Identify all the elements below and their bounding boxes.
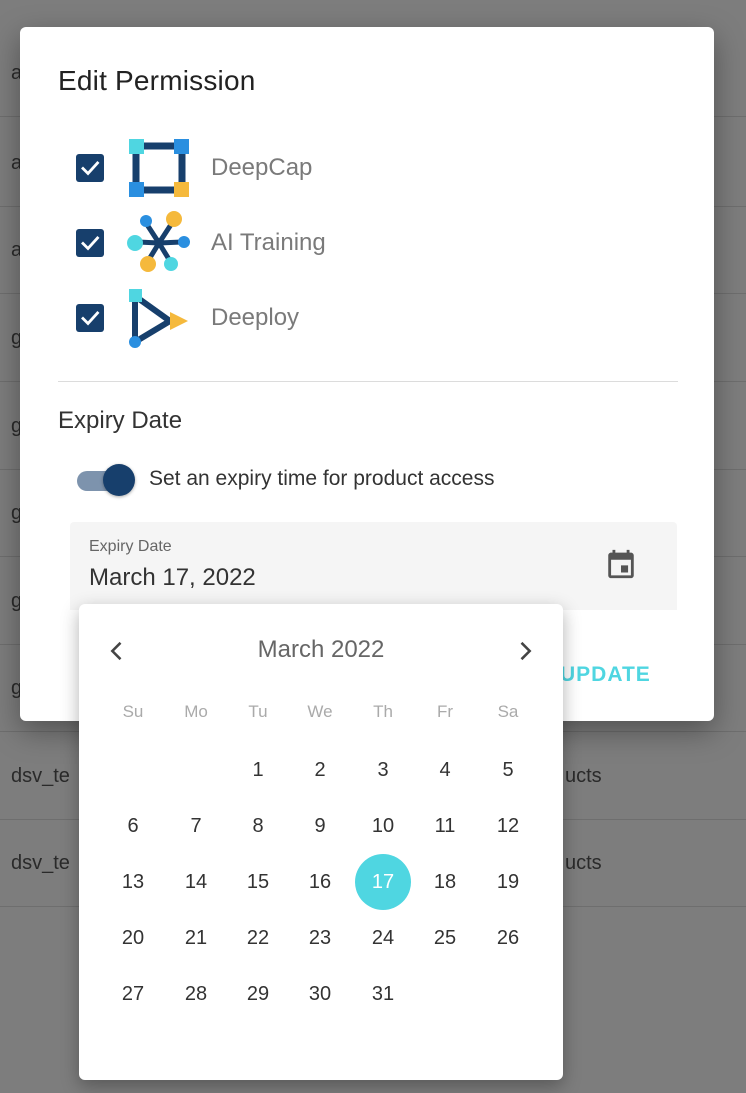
weekday-label: Th — [373, 702, 393, 721]
deepcap-logo-icon — [129, 139, 189, 197]
day-cell[interactable]: 27 — [105, 966, 161, 1022]
background-cell: dsv_te — [11, 765, 70, 787]
day-cell[interactable]: 16 — [292, 854, 348, 910]
expiry-toggle[interactable] — [77, 464, 135, 498]
toggle-thumb — [103, 464, 135, 496]
day-cell[interactable]: 5 — [480, 742, 536, 798]
picker-month-label: March 2022 — [257, 636, 385, 663]
day-cell[interactable]: 31 — [355, 966, 411, 1022]
check-icon — [81, 161, 100, 176]
day-cell[interactable]: 19 — [480, 854, 536, 910]
day-cell[interactable]: 15 — [230, 854, 286, 910]
deeploy-logo-icon — [129, 289, 188, 348]
weekday-label: Fr — [436, 702, 454, 721]
update-button[interactable]: UPDATE — [560, 663, 651, 687]
weekday-label: We — [307, 702, 333, 721]
day-cell[interactable]: 4 — [417, 742, 473, 798]
background-cell: dsv_te — [11, 852, 70, 874]
day-cell[interactable]: 25 — [417, 910, 473, 966]
day-cell[interactable]: 12 — [480, 798, 536, 854]
day-cell[interactable]: 28 — [168, 966, 224, 1022]
ai-training-checkbox[interactable] — [76, 229, 104, 257]
toggle-label: Set an expiry time for product access — [149, 467, 495, 490]
day-cell[interactable]: 24 — [355, 910, 411, 966]
expiry-date-field[interactable]: Expiry Date March 17, 2022 — [70, 522, 677, 610]
product-row-deeploy[interactable]: Deeploy — [76, 288, 476, 348]
day-cell[interactable]: 14 — [168, 854, 224, 910]
check-icon — [81, 236, 100, 251]
chevron-right-icon[interactable] — [511, 637, 539, 665]
day-cell[interactable]: 13 — [105, 854, 161, 910]
expiry-section-title: Expiry Date — [58, 407, 183, 434]
calendar-icon[interactable] — [604, 547, 638, 581]
day-cell[interactable]: 10 — [355, 798, 411, 854]
check-icon — [81, 311, 100, 326]
day-cell[interactable]: 11 — [417, 798, 473, 854]
weekday-label: Mo — [184, 702, 208, 721]
day-cell[interactable]: 6 — [105, 798, 161, 854]
day-cell[interactable]: 30 — [292, 966, 348, 1022]
day-cell[interactable]: 1 — [230, 742, 286, 798]
day-cell[interactable]: 18 — [417, 854, 473, 910]
day-cell-selected[interactable]: 17 — [355, 854, 411, 910]
day-cell[interactable]: 26 — [480, 910, 536, 966]
date-field-value[interactable]: March 17, 2022 — [89, 564, 256, 592]
day-cell[interactable]: 3 — [355, 742, 411, 798]
day-cell[interactable]: 22 — [230, 910, 286, 966]
day-cell[interactable]: 8 — [230, 798, 286, 854]
weekday-label: Su — [122, 702, 144, 721]
product-row-deepcap[interactable]: DeepCap — [76, 138, 476, 198]
deeploy-checkbox[interactable] — [76, 304, 104, 332]
day-cell[interactable]: 2 — [292, 742, 348, 798]
day-cell[interactable]: 7 — [168, 798, 224, 854]
day-cell[interactable]: 21 — [168, 910, 224, 966]
weekday-label: Tu — [248, 702, 268, 721]
dialog-title: Edit Permission — [58, 65, 256, 96]
day-cell[interactable]: 9 — [292, 798, 348, 854]
background-cell: ucts — [565, 765, 602, 787]
ai-training-logo-icon — [127, 211, 190, 272]
day-cell[interactable]: 20 — [105, 910, 161, 966]
day-cell[interactable]: 23 — [292, 910, 348, 966]
product-label: DeepCap — [211, 154, 313, 181]
weekday-label: Sa — [497, 702, 519, 721]
date-field-label: Expiry Date — [89, 538, 172, 555]
day-cell[interactable]: 29 — [230, 966, 286, 1022]
product-label: Deeploy — [211, 304, 300, 331]
divider — [58, 381, 678, 382]
deepcap-checkbox[interactable] — [76, 154, 104, 182]
product-row-ai-training[interactable]: AI Training — [76, 211, 476, 273]
product-label: AI Training — [211, 229, 326, 256]
background-cell: ucts — [565, 852, 602, 874]
date-picker-popup: March 2022 Su Mo Tu We Th Fr Sa 1 2 3 4 5 6 7 8 9 10 11 1… — [79, 604, 563, 1080]
